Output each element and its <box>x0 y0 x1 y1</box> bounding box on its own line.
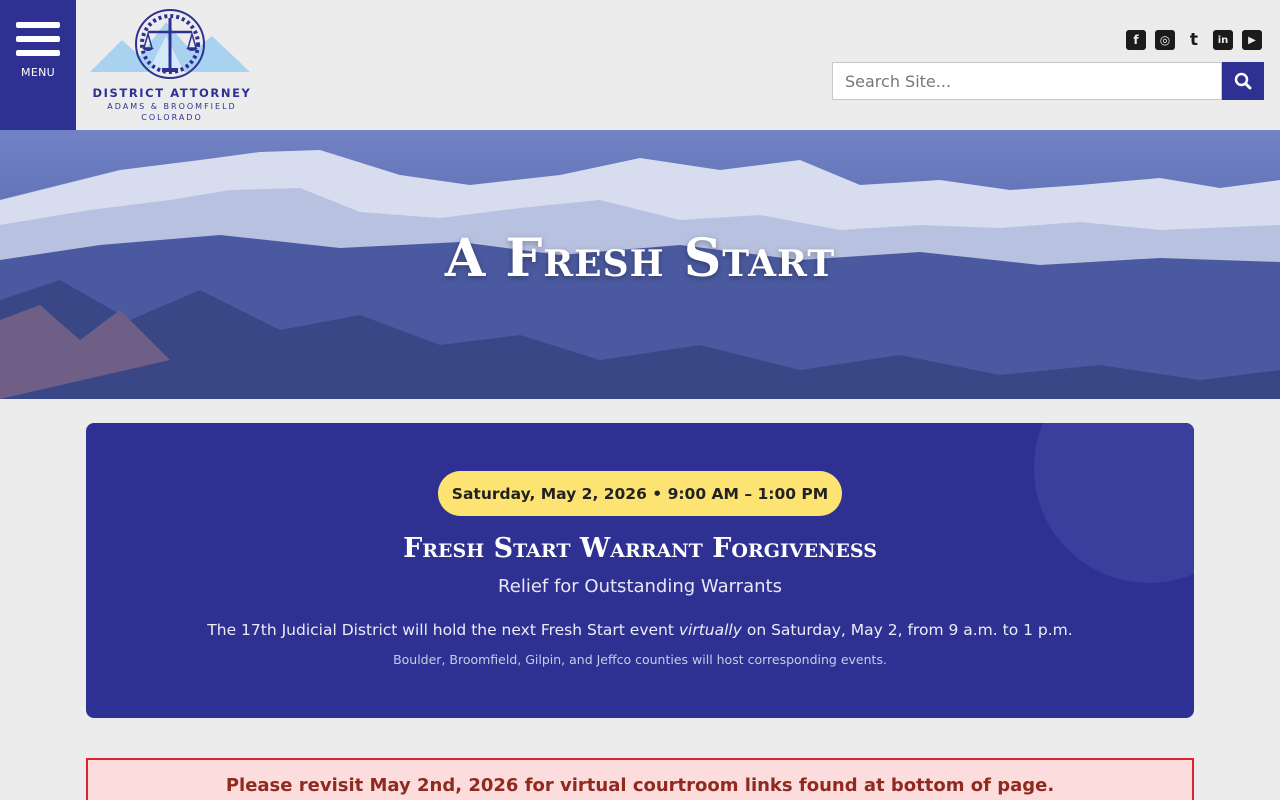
event-date-badge: Saturday, May 2, 2026 • 9:00 AM – 1:00 P… <box>438 471 842 516</box>
event-note: Boulder, Broomfield, Gilpin, and Jeffco … <box>393 652 887 667</box>
event-description-start: The 17th Judicial District will hold the… <box>207 621 679 639</box>
linkedin-icon[interactable]: in <box>1213 30 1233 50</box>
facebook-icon[interactable]: f <box>1126 30 1146 50</box>
event-description-emphasis: virtually <box>678 621 742 639</box>
alert-banner: Please revisit May 2nd, 2026 for virtual… <box>86 758 1194 800</box>
event-description: The 17th Judicial District will hold the… <box>86 621 1194 639</box>
twitter-icon[interactable]: t <box>1184 30 1204 50</box>
event-title: Fresh Start Warrant Forgiveness <box>403 533 877 564</box>
logo-subtitle: ADAMS & BROOMFIELD <box>107 102 237 111</box>
youtube-icon[interactable]: ▶ <box>1242 30 1262 50</box>
alert-text: Please revisit May 2nd, 2026 for virtual… <box>225 775 1055 796</box>
site-header: MENU DISTRICT ATTORNEY ADAMS & BROOMFIEL… <box>0 0 1280 130</box>
search-input[interactable] <box>832 62 1222 100</box>
scales-of-justice-icon <box>90 9 250 79</box>
site-logo[interactable]: DISTRICT ATTORNEY ADAMS & BROOMFIELD COL… <box>88 6 256 124</box>
menu-label: MENU <box>21 66 55 79</box>
event-subtitle: Relief for Outstanding Warrants <box>498 576 782 597</box>
logo-title: DISTRICT ATTORNEY <box>92 86 252 100</box>
search-icon <box>1234 72 1252 90</box>
hero-title: A Fresh Start <box>444 228 836 289</box>
menu-button[interactable]: MENU <box>0 0 76 130</box>
search-button[interactable] <box>1222 62 1264 100</box>
social-links: f ◎ t in ▶ <box>1126 30 1262 50</box>
hero-banner: A Fresh Start <box>0 130 1280 399</box>
instagram-icon[interactable]: ◎ <box>1155 30 1175 50</box>
event-description-end: on Saturday, May 2, from 9 a.m. to 1 p.m… <box>741 621 1073 639</box>
event-card: Saturday, May 2, 2026 • 9:00 AM – 1:00 P… <box>86 423 1194 718</box>
logo-state: COLORADO <box>141 113 203 122</box>
site-search <box>832 62 1264 100</box>
hamburger-icon <box>16 22 60 64</box>
